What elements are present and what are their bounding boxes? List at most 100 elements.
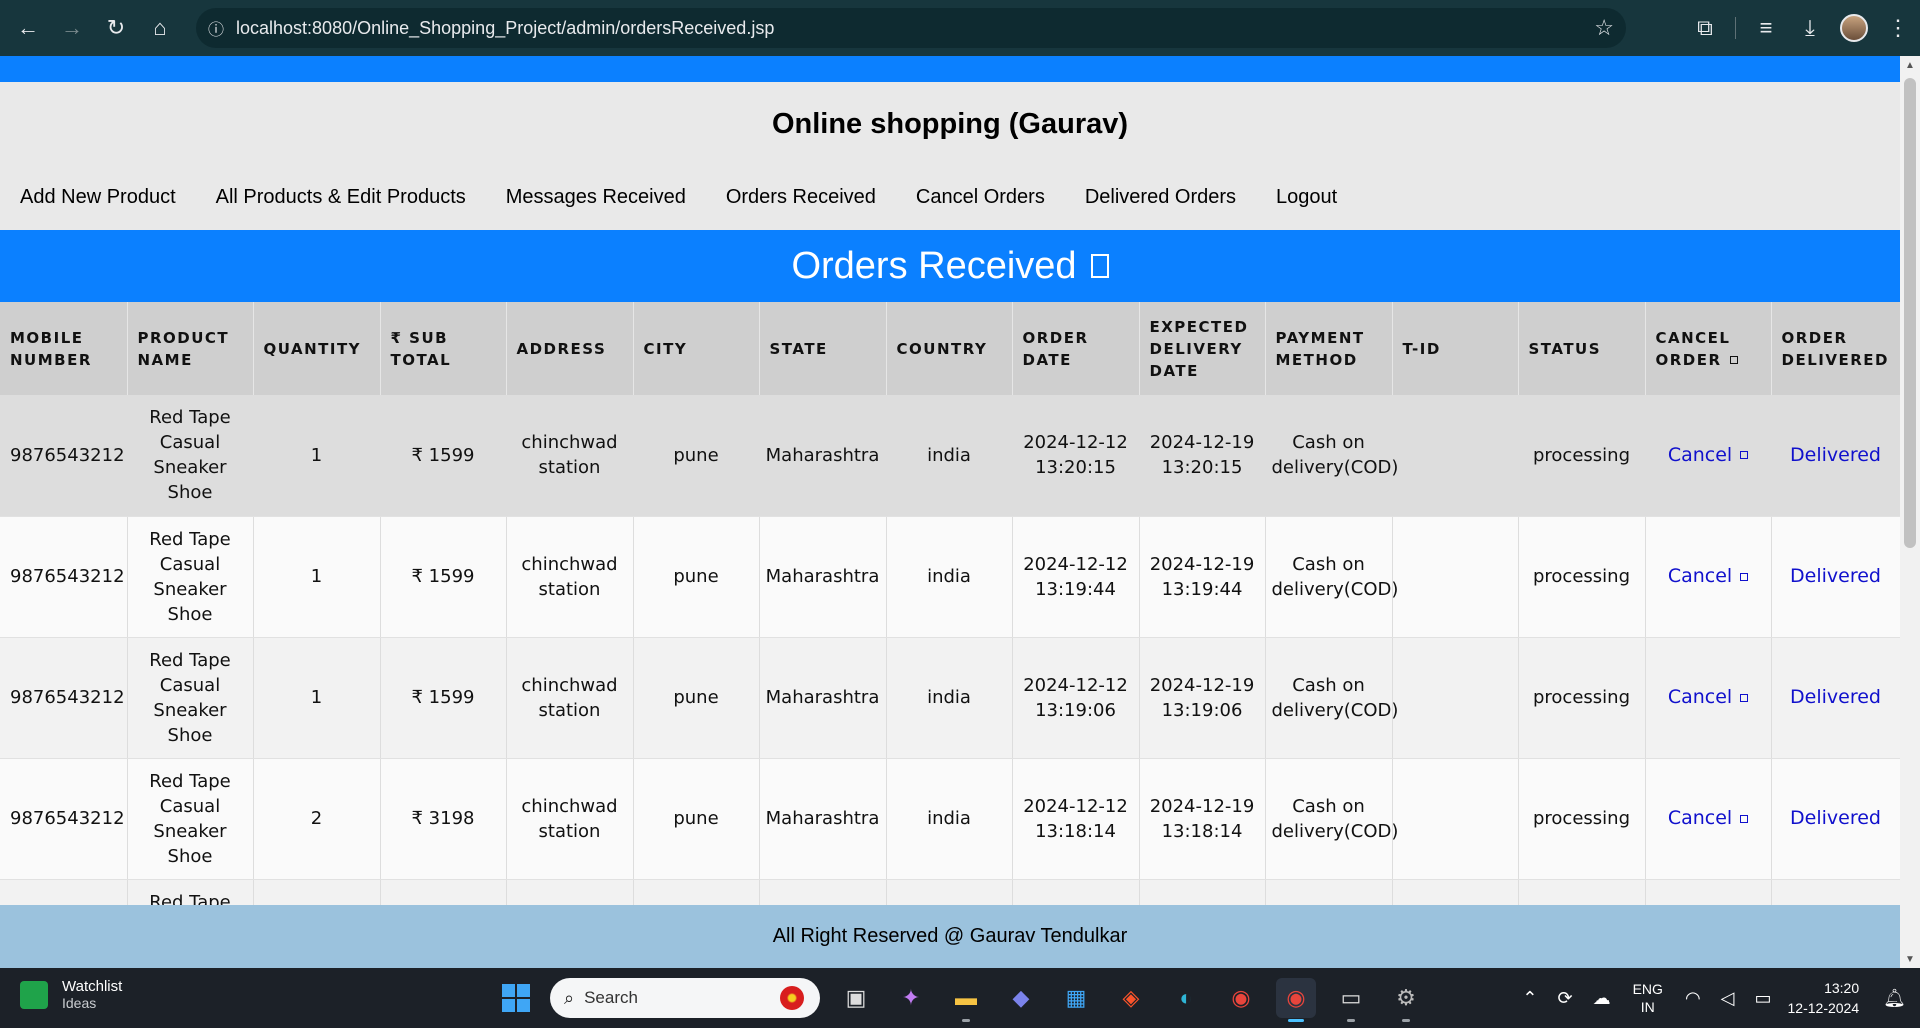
language-indicator[interactable]: ENG IN [1633,980,1663,1016]
widget-title: Watchlist [62,978,123,995]
cell-order-date: 2024-12-12 13:18:14 [1012,758,1140,880]
header-payment-method: PAYMENT METHOD [1265,302,1393,395]
mark-delivered-link[interactable]: Delivered [1790,565,1881,587]
copilot-icon[interactable]: ✦ [891,978,931,1018]
media-controls-icon[interactable]: ≡ [1744,6,1788,50]
cancel-link-label: Cancel [1667,443,1733,466]
header-product-name: PRODUCT NAME [127,302,254,395]
volume-icon[interactable]: ◁ [1721,988,1735,1009]
chrome-icon[interactable]: ◉ [1221,978,1261,1018]
header-cancel-order: CANCEL ORDER [1645,302,1772,395]
task-view-icon[interactable]: ▣ [836,978,876,1018]
taskbar-search[interactable]: ⌕ Search [550,978,820,1018]
cell-mobile: 9876543212 [0,637,128,759]
cell-city: pune [633,637,760,759]
edge-icon[interactable]: ◐ [1166,978,1206,1018]
brave-icon[interactable]: ◈ [1111,978,1151,1018]
missing-glyph-icon [1740,693,1749,702]
windows-start-icon[interactable] [502,984,530,1012]
cell-state: Maharashtra [759,758,887,880]
chrome-profile-icon[interactable]: ◉ [1276,978,1316,1022]
home-icon[interactable]: ⌂ [138,6,182,50]
notification-bell-icon[interactable]: 🔔︎ [1883,988,1906,1009]
nav-orders-received[interactable]: Orders Received [726,186,876,209]
mark-delivered-link[interactable]: Delivered [1790,686,1881,708]
missing-glyph-icon [1740,572,1749,581]
mark-delivered-link[interactable]: Delivered [1790,444,1881,466]
cell-delivery-date: 2024-12-19 13:20:15 [1139,395,1266,517]
onedrive-cloud-icon[interactable]: ☁ [1593,988,1611,1009]
scrollbar-thumb[interactable] [1904,78,1916,548]
teams-icon[interactable]: ◆ [1001,978,1041,1018]
mark-delivered-link[interactable]: Delivered [1790,807,1881,829]
system-clock[interactable]: 13:20 12-12-2024 [1788,978,1860,1018]
extensions-icon[interactable]: ⧉ [1683,6,1727,50]
cancel-order-link[interactable]: Cancel [1667,443,1749,466]
reload-icon[interactable]: ↻ [94,6,138,50]
address-bar[interactable]: ⓘ localhost:8080/Online_Shopping_Project… [196,8,1626,48]
nav-all-products[interactable]: All Products & Edit Products [216,186,466,209]
cell-status: processing [1518,516,1646,638]
header-quantity: QUANTITY [253,302,381,395]
cell-state: Maharashtra [759,516,887,638]
header-state: STATE [759,302,887,395]
page-scrollbar[interactable]: ▲ ▼ [1900,56,1920,968]
avatar [1840,14,1868,42]
cell-delivery-date: 2024-12-19 13:19:44 [1139,516,1266,638]
header-address: ADDRESS [506,302,634,395]
nav-add-new-product[interactable]: Add New Product [20,186,176,209]
profile-avatar[interactable] [1832,6,1876,50]
section-header: Orders Received [0,230,1900,302]
back-icon[interactable]: ← [6,6,50,50]
cell-city: pune [633,395,760,517]
terminal-icon[interactable]: ▭ [1331,978,1371,1022]
forward-icon[interactable]: → [50,6,94,50]
header-sub-total: ₹ SUB TOTAL [380,302,507,395]
cell-status: processing [1518,758,1646,880]
widget-subtitle: Ideas [62,995,97,1011]
cell-payment: Cash on delivery(COD) [1265,516,1398,638]
nav-messages-received[interactable]: Messages Received [506,186,686,209]
store-icon[interactable]: ▦ [1056,978,1096,1018]
missing-glyph-icon [1090,254,1109,278]
browser-menu-icon[interactable]: ⋮ [1876,6,1920,50]
cancel-order-link[interactable]: Cancel [1668,807,1749,829]
wifi-icon[interactable]: ◠ [1685,988,1701,1009]
cell-quantity: 2 [253,758,381,880]
chevron-up-icon[interactable]: ⌃ [1522,988,1537,1009]
header-expected-delivery-date: EXPECTED DELIVERY DATE [1139,302,1266,395]
cell-mobile: 9876543212 [0,758,128,880]
browser-toolbar: ← → ↻ ⌂ ⓘ localhost:8080/Online_Shopping… [0,0,1920,56]
cancel-order-link[interactable]: Cancel [1668,686,1749,708]
file-explorer-icon[interactable]: ▬ [946,978,986,1022]
nav-logout[interactable]: Logout [1276,186,1337,209]
cell-tid [1392,516,1519,638]
poinsettia-icon [780,986,804,1010]
sync-icon[interactable]: ⟳ [1558,988,1573,1009]
cell-country: india [886,758,1013,880]
clock-date: 12-12-2024 [1787,1000,1860,1016]
header-status: STATUS [1518,302,1646,395]
scroll-down-icon[interactable]: ▼ [1900,950,1920,968]
table-row: 9876543212 Red Tape Casual Sneaker Shoe … [0,758,1900,880]
widgets-button[interactable]: Watchlist Ideas [20,978,122,1011]
page-content: Online shopping (Gaurav) Add New Product… [0,56,1900,968]
cell-mobile: 9876543212 [0,516,128,638]
nav-cancel-orders[interactable]: Cancel Orders [916,186,1045,209]
cancel-order-link[interactable]: Cancel [1668,565,1749,587]
nav-delivered-orders[interactable]: Delivered Orders [1085,186,1236,209]
scroll-up-icon[interactable]: ▲ [1900,56,1920,74]
orders-table: MOBILE NUMBER PRODUCT NAME QUANTITY ₹ SU… [0,302,1900,968]
section-title: Orders Received [791,244,1077,287]
cell-delivered: Delivered [1771,395,1900,517]
battery-icon[interactable]: ▭ [1755,988,1772,1009]
settings-gear-icon[interactable]: ⚙ [1386,978,1426,1022]
cell-cancel: Cancel [1645,516,1772,638]
site-info-icon[interactable]: ⓘ [196,16,236,40]
cell-delivered: Delivered [1771,637,1900,759]
downloads-icon[interactable]: ⤓ [1788,6,1832,50]
cell-delivery-date: 2024-12-19 13:18:14 [1139,758,1266,880]
address-bar-url[interactable]: localhost:8080/Online_Shopping_Project/a… [236,18,774,39]
cell-payment: Cash on delivery(COD) [1265,758,1398,880]
bookmark-star-icon[interactable]: ☆ [1594,15,1614,41]
